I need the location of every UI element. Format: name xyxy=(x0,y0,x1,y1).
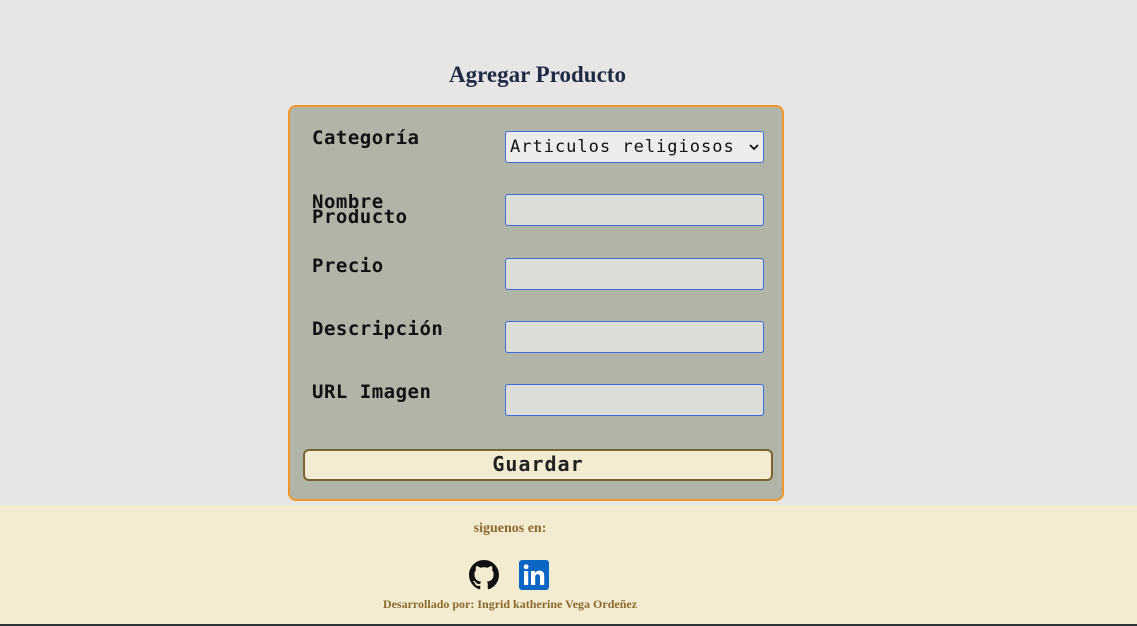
category-select-value: Articulos religiosos xyxy=(510,137,735,157)
description-label: Descripción xyxy=(312,318,444,340)
price-input[interactable] xyxy=(505,258,764,290)
product-name-label-line2: Producto xyxy=(312,206,408,228)
chevron-down-icon xyxy=(749,144,759,151)
image-url-label: URL Imagen xyxy=(312,381,432,403)
category-label: Categoría xyxy=(312,127,420,149)
linkedin-icon[interactable] xyxy=(519,560,549,590)
category-select[interactable]: Articulos religiosos xyxy=(505,131,764,163)
add-product-form: Categoría Articulos religiosos Nombre Pr… xyxy=(288,105,784,501)
product-name-input[interactable] xyxy=(505,194,764,226)
page-title: Agregar Producto xyxy=(449,62,626,87)
save-button[interactable]: Guardar xyxy=(303,449,773,481)
price-label: Precio xyxy=(312,255,384,277)
footer: siguenos en: Desarrollado por: Ingrid ka… xyxy=(0,505,1137,626)
developer-credit: Desarrollado por: Ingrid katherine Vega … xyxy=(382,597,638,611)
follow-us-text: siguenos en: xyxy=(473,521,547,536)
image-url-input[interactable] xyxy=(505,384,764,416)
github-icon[interactable] xyxy=(469,560,499,590)
description-input[interactable] xyxy=(505,321,764,353)
product-name-label: Nombre Producto xyxy=(312,193,492,228)
